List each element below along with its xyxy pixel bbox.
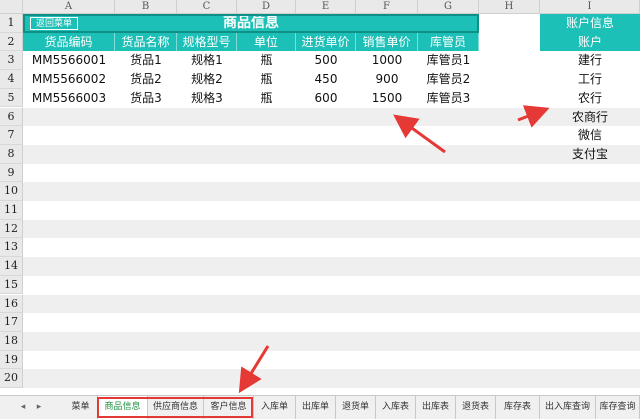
- row-header[interactable]: 8: [0, 144, 23, 164]
- row-header[interactable]: 10: [0, 182, 23, 201]
- sheet-tab[interactable]: 库存表: [496, 396, 540, 419]
- table-cell[interactable]: 货品2: [115, 70, 177, 89]
- table-cell[interactable]: MM5566003: [23, 89, 115, 108]
- sheet-tab[interactable]: 出入库查询: [540, 396, 596, 419]
- account-item[interactable]: 农商行: [540, 108, 640, 127]
- table-cell[interactable]: 库管员2: [418, 70, 479, 89]
- row-band: [23, 369, 640, 388]
- table-cell[interactable]: 450: [296, 70, 356, 89]
- back-to-menu-button[interactable]: 返回菜单: [30, 17, 78, 30]
- table-header-cell: 规格型号: [177, 32, 237, 52]
- table-cell[interactable]: 900: [356, 70, 418, 89]
- select-all-corner[interactable]: [0, 0, 23, 14]
- table-cell[interactable]: 规格1: [177, 51, 237, 70]
- account-item[interactable]: 农行: [540, 89, 640, 108]
- sheet-tab[interactable]: 出库单: [296, 396, 336, 419]
- row-band: [23, 294, 640, 314]
- table-cell[interactable]: 500: [296, 51, 356, 70]
- row-header[interactable]: 11: [0, 201, 23, 220]
- row-header[interactable]: 3: [0, 51, 23, 71]
- table-cell[interactable]: 瓶: [237, 89, 296, 108]
- column-header[interactable]: H: [479, 0, 540, 14]
- table-cell[interactable]: MM5566001: [23, 51, 115, 70]
- sheet-tab[interactable]: 退货表: [456, 396, 496, 419]
- scroll-left-icon[interactable]: ◂: [16, 399, 30, 415]
- column-header[interactable]: F: [356, 0, 418, 14]
- table-header-cell: 单位: [237, 32, 296, 52]
- account-item[interactable]: 支付宝: [540, 145, 640, 164]
- sheet-tab[interactable]: 菜单: [64, 396, 98, 419]
- column-header[interactable]: E: [296, 0, 356, 14]
- account-item[interactable]: 微信: [540, 126, 640, 145]
- row-header[interactable]: 18: [0, 331, 23, 351]
- row-header[interactable]: 7: [0, 126, 23, 145]
- table-header-cell: 进货单价: [296, 32, 356, 52]
- row-header[interactable]: 15: [0, 275, 23, 295]
- row-band: [23, 257, 640, 276]
- table-cell[interactable]: 库管员1: [418, 51, 479, 70]
- table-cell[interactable]: 货品3: [115, 89, 177, 108]
- column-header[interactable]: B: [115, 0, 177, 14]
- row-header[interactable]: 9: [0, 163, 23, 183]
- table-cell[interactable]: 库管员3: [418, 89, 479, 108]
- row-header[interactable]: 19: [0, 350, 23, 370]
- row-band: [23, 182, 640, 201]
- column-header[interactable]: C: [177, 0, 237, 14]
- table-cell[interactable]: 1000: [356, 51, 418, 70]
- row-header[interactable]: 6: [0, 107, 23, 127]
- column-header[interactable]: I: [540, 0, 640, 14]
- row-header[interactable]: 20: [0, 369, 23, 388]
- row-header[interactable]: 2: [0, 32, 23, 52]
- spreadsheet-grid[interactable]: ABCDEFGHI 1 2 3 4 5 6 7 8 9 10 11 12 13 14 15 16 17 18 19 2…: [0, 0, 640, 395]
- row-header[interactable]: 4: [0, 70, 23, 89]
- tab-highlight-box: [97, 397, 253, 418]
- sheet-tab-bar: ◂ ▸ 菜单 商品信息 供应商信息 客户信息 入库单 出库单 退货单 入库表 出库表 退货表 库存表…: [0, 395, 640, 419]
- row-header[interactable]: 1: [0, 14, 23, 33]
- table-cell[interactable]: 600: [296, 89, 356, 108]
- sheet-tab[interactable]: 库存查询: [596, 396, 640, 419]
- table-header-cell: 货品名称: [115, 32, 177, 52]
- row-header[interactable]: 14: [0, 257, 23, 276]
- column-header[interactable]: D: [237, 0, 296, 14]
- scroll-right-icon[interactable]: ▸: [32, 399, 46, 415]
- accounts-header: 账户: [540, 32, 640, 52]
- sheet-tab[interactable]: 入库表: [376, 396, 416, 419]
- table-header-cell: 销售单价: [356, 32, 418, 52]
- sheet-tab[interactable]: 出库表: [416, 396, 456, 419]
- title-cell: 商品信息: [23, 14, 479, 33]
- row-band: [23, 331, 640, 351]
- table-cell[interactable]: 瓶: [237, 70, 296, 89]
- table-cell[interactable]: MM5566002: [23, 70, 115, 89]
- account-item[interactable]: 工行: [540, 70, 640, 89]
- table-cell[interactable]: 规格3: [177, 89, 237, 108]
- row-header[interactable]: 16: [0, 294, 23, 314]
- column-header[interactable]: G: [418, 0, 479, 14]
- row-header[interactable]: 17: [0, 313, 23, 332]
- table-header-cell: 库管员: [418, 32, 479, 52]
- sheet-tab[interactable]: 退货单: [336, 396, 376, 419]
- row-header[interactable]: 13: [0, 238, 23, 258]
- row-header[interactable]: 5: [0, 88, 23, 108]
- account-item[interactable]: 建行: [540, 51, 640, 70]
- table-header-cell: 货品编码: [23, 32, 115, 52]
- table-cell[interactable]: 1500: [356, 89, 418, 108]
- sheet-tab[interactable]: 入库单: [254, 396, 296, 419]
- table-cell[interactable]: 瓶: [237, 51, 296, 70]
- accounts-title: 账户信息: [540, 14, 640, 33]
- row-band: [23, 219, 640, 239]
- table-cell[interactable]: 货品1: [115, 51, 177, 70]
- column-header[interactable]: A: [23, 0, 115, 14]
- table-cell[interactable]: 规格2: [177, 70, 237, 89]
- row-header[interactable]: 12: [0, 219, 23, 239]
